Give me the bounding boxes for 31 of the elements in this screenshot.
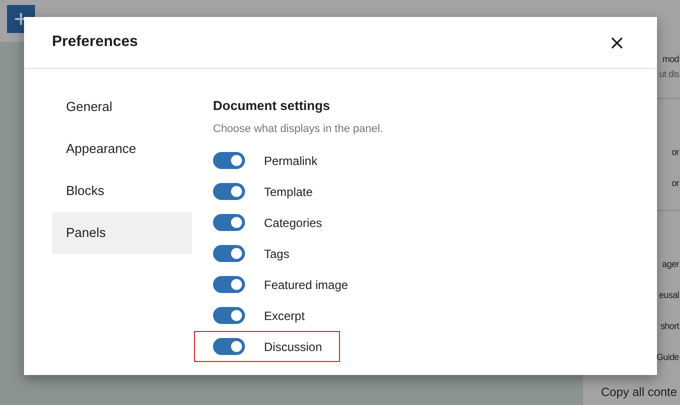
option-label: Categories (264, 214, 322, 232)
option-label: Tags (264, 246, 290, 262)
dialog-title: Preferences (52, 32, 138, 52)
menu-item[interactable]: short (660, 320, 679, 334)
toggle-switch[interactable] (213, 214, 245, 231)
option-label: Excerpt (264, 308, 305, 324)
nav-tab[interactable]: Appearance (52, 128, 192, 170)
toggle-switch[interactable] (213, 183, 245, 200)
menu-item[interactable]: eusal (658, 289, 679, 302)
section-description: Choose what displays in the panel. (213, 122, 383, 136)
toggle-switch[interactable] (213, 307, 245, 324)
menu-item[interactable]: or (672, 177, 679, 190)
nav-tab[interactable]: General (52, 86, 192, 128)
toggle-switch[interactable] (213, 276, 245, 293)
option-label: Permalink (264, 152, 318, 170)
menu-item[interactable]: mod (662, 53, 679, 66)
nav-tab[interactable]: Blocks (52, 170, 192, 212)
toggle-switch[interactable] (213, 338, 245, 355)
option-label: Featured image (264, 276, 348, 294)
menu-item[interactable]: ager (662, 258, 679, 272)
nav-tab[interactable]: Panels (52, 212, 192, 254)
section-heading: Document settings (213, 97, 332, 115)
toggle-switch[interactable] (213, 152, 245, 169)
menu-item[interactable]: or (672, 146, 679, 160)
option-label: Discussion (264, 338, 322, 356)
option-label: Template (264, 184, 313, 200)
menu-item[interactable]: Guide (656, 351, 679, 364)
toggle-switch[interactable] (213, 245, 245, 262)
close-icon (611, 36, 623, 48)
menu-item[interactable]: Copy all conte (601, 383, 678, 401)
menu-item[interactable]: ut dis (659, 68, 679, 82)
